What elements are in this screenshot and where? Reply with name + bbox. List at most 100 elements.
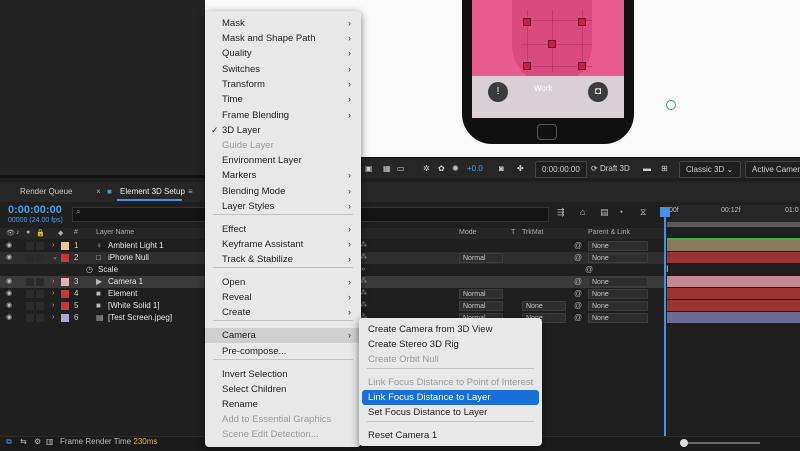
pickwhip-icon[interactable]: @ bbox=[574, 240, 582, 252]
twirl-icon[interactable]: › bbox=[52, 300, 54, 312]
menu-item-create[interactable]: Create › bbox=[205, 305, 361, 320]
submenu-item-create-camera-from-3d-view[interactable]: Create Camera from 3D View bbox=[359, 322, 542, 337]
switches[interactable]: ⁂ bbox=[360, 252, 367, 264]
header-t[interactable]: T bbox=[511, 229, 515, 236]
header-parent[interactable]: Parent & Link bbox=[588, 229, 630, 236]
exposure-value[interactable]: +0.0 bbox=[467, 161, 483, 176]
menu-item-switches[interactable]: Switches › bbox=[205, 62, 361, 77]
show-snapshot-icon[interactable]: ✤ bbox=[517, 161, 524, 176]
chart-icon[interactable]: ▥ bbox=[46, 437, 54, 446]
zoom-slider-handle[interactable] bbox=[680, 439, 688, 447]
visibility-icon[interactable]: ◉ bbox=[6, 254, 14, 262]
submenu-item-set-focus-distance-to-layer[interactable]: Set Focus Distance to Layer bbox=[359, 405, 542, 420]
transparency-grid-icon[interactable]: ▦ bbox=[383, 161, 391, 176]
parent-dropdown[interactable]: None bbox=[588, 253, 648, 263]
exposure-icon[interactable]: ✺ bbox=[452, 161, 459, 176]
layer-name[interactable]: [White Solid 1] bbox=[108, 300, 160, 312]
visibility-icon[interactable]: ◉ bbox=[6, 278, 14, 286]
visibility-icon[interactable]: ◉ bbox=[6, 242, 14, 250]
snapshot-icon[interactable]: ◙ bbox=[499, 161, 504, 176]
visibility-icon[interactable]: ◉ bbox=[6, 314, 14, 322]
close-tab-icon[interactable]: × bbox=[96, 185, 101, 199]
transform-handle[interactable] bbox=[548, 40, 556, 48]
tab-element-3d-setup[interactable]: Element 3D Setup bbox=[120, 185, 185, 199]
submenu-item-reset-camera-1[interactable]: Reset Camera 1 bbox=[359, 428, 542, 443]
pickwhip-icon[interactable]: @ bbox=[574, 312, 582, 324]
layer-name[interactable]: Element bbox=[108, 288, 137, 300]
label-swatch[interactable] bbox=[61, 302, 69, 310]
parent-dropdown[interactable]: None bbox=[588, 289, 648, 299]
twirl-icon[interactable]: › bbox=[52, 312, 54, 324]
current-time-indicator-head[interactable] bbox=[660, 207, 670, 217]
menu-item-layer-styles[interactable]: Layer Styles › bbox=[205, 199, 361, 214]
panel-menu-icon[interactable]: ≡ bbox=[188, 185, 193, 199]
menu-item-blending-mode[interactable]: Blending Mode › bbox=[205, 184, 361, 199]
pickwhip-icon[interactable]: @ bbox=[574, 300, 582, 312]
render-icon[interactable]: ⧉ bbox=[6, 437, 12, 447]
anchor-point-icon[interactable] bbox=[666, 100, 676, 110]
switches[interactable]: ⁂ bbox=[360, 288, 367, 300]
layer-name[interactable]: [Test Screen.jpeg] bbox=[108, 312, 172, 324]
layer-bar[interactable] bbox=[667, 288, 800, 299]
transfer-icon[interactable]: ⇆ bbox=[20, 437, 27, 446]
visibility-icon[interactable]: ◉ bbox=[6, 290, 14, 298]
layer-bar[interactable] bbox=[667, 240, 800, 251]
mode-dropdown[interactable]: Normal bbox=[459, 253, 503, 263]
layer-bar[interactable] bbox=[667, 276, 800, 287]
current-time-field[interactable]: 0:00:00:00 bbox=[535, 161, 587, 178]
twirl-icon[interactable]: › bbox=[52, 288, 54, 300]
menu-item-invert-selection[interactable]: Invert Selection bbox=[205, 367, 361, 382]
parent-dropdown[interactable]: None bbox=[588, 241, 648, 251]
work-area-bar[interactable] bbox=[667, 222, 800, 227]
zoom-slider[interactable] bbox=[680, 442, 760, 444]
menu-item-select-children[interactable]: Select Children bbox=[205, 382, 361, 397]
transform-handle[interactable] bbox=[523, 18, 531, 26]
pickwhip-icon[interactable]: @ bbox=[574, 276, 582, 288]
pickwhip-icon[interactable]: @ bbox=[585, 264, 593, 276]
menu-item-transform[interactable]: Transform › bbox=[205, 77, 361, 92]
tab-render-queue[interactable]: Render Queue bbox=[20, 185, 72, 199]
trkmat-dropdown[interactable]: None bbox=[522, 301, 566, 311]
extended-viewer-icon[interactable]: ⊞ bbox=[661, 161, 668, 176]
shy-layers-icon[interactable]: ▤ bbox=[600, 207, 609, 218]
menu-item-mask[interactable]: Mask › bbox=[205, 16, 361, 31]
transform-handle[interactable] bbox=[523, 62, 531, 70]
comp-flowchart-icon[interactable]: ⌂ bbox=[580, 207, 585, 217]
header-layer-name[interactable]: Layer Name bbox=[96, 229, 134, 236]
submenu-item-link-focus-distance-to-layer[interactable]: Link Focus Distance to Layer bbox=[362, 390, 539, 405]
menu-item-time[interactable]: Time › bbox=[205, 92, 361, 107]
pickwhip-icon[interactable]: @ bbox=[574, 252, 582, 264]
property-name[interactable]: Scale bbox=[98, 264, 118, 276]
menu-item-mask-and-shape-path[interactable]: Mask and Shape Path › bbox=[205, 31, 361, 46]
switches[interactable]: ⁂ bbox=[360, 300, 367, 312]
menu-item-rename[interactable]: Rename bbox=[205, 397, 361, 412]
motion-blur-icon[interactable]: ◔ bbox=[618, 207, 623, 217]
layer-name[interactable]: iPhone Null bbox=[108, 252, 149, 264]
label-swatch[interactable] bbox=[61, 278, 69, 286]
graph-editor-icon[interactable]: ⧖ bbox=[640, 207, 646, 218]
label-swatch[interactable] bbox=[61, 290, 69, 298]
menu-item-pre-compose[interactable]: Pre-compose... bbox=[205, 344, 361, 359]
mask-icon[interactable]: ▭ bbox=[397, 161, 405, 176]
mode-dropdown[interactable]: Normal bbox=[459, 289, 503, 299]
camera-view-dropdown[interactable]: Active Camera bbox=[745, 161, 800, 178]
color-channels-icon[interactable]: ✿ bbox=[438, 161, 445, 176]
header-num[interactable]: # bbox=[74, 229, 78, 236]
parent-dropdown[interactable]: None bbox=[588, 313, 648, 323]
pickwhip-icon[interactable]: @ bbox=[574, 288, 582, 300]
header-mode[interactable]: Mode bbox=[459, 229, 477, 236]
twirl-icon[interactable]: › bbox=[52, 240, 54, 252]
layer-name[interactable]: Ambient Light 1 bbox=[108, 240, 164, 252]
menu-item-effect[interactable]: Effect › bbox=[205, 222, 361, 237]
twirl-open-icon[interactable]: ⌄ bbox=[52, 252, 58, 264]
layer-bar[interactable] bbox=[667, 252, 800, 263]
transform-handle[interactable] bbox=[578, 18, 586, 26]
mode-dropdown[interactable]: Normal bbox=[459, 301, 503, 311]
draft-3d-toggle[interactable]: ⟳ Draft 3D bbox=[591, 161, 630, 176]
current-timecode[interactable]: 0:00:00:00 bbox=[8, 204, 62, 216]
visibility-icon[interactable]: ◉ bbox=[6, 302, 14, 310]
switches[interactable]: ⁂ bbox=[360, 276, 367, 288]
parent-dropdown[interactable]: None bbox=[588, 301, 648, 311]
menu-item-open[interactable]: Open › bbox=[205, 275, 361, 290]
submenu-item-create-stereo-3d-rig[interactable]: Create Stereo 3D Rig bbox=[359, 337, 542, 352]
